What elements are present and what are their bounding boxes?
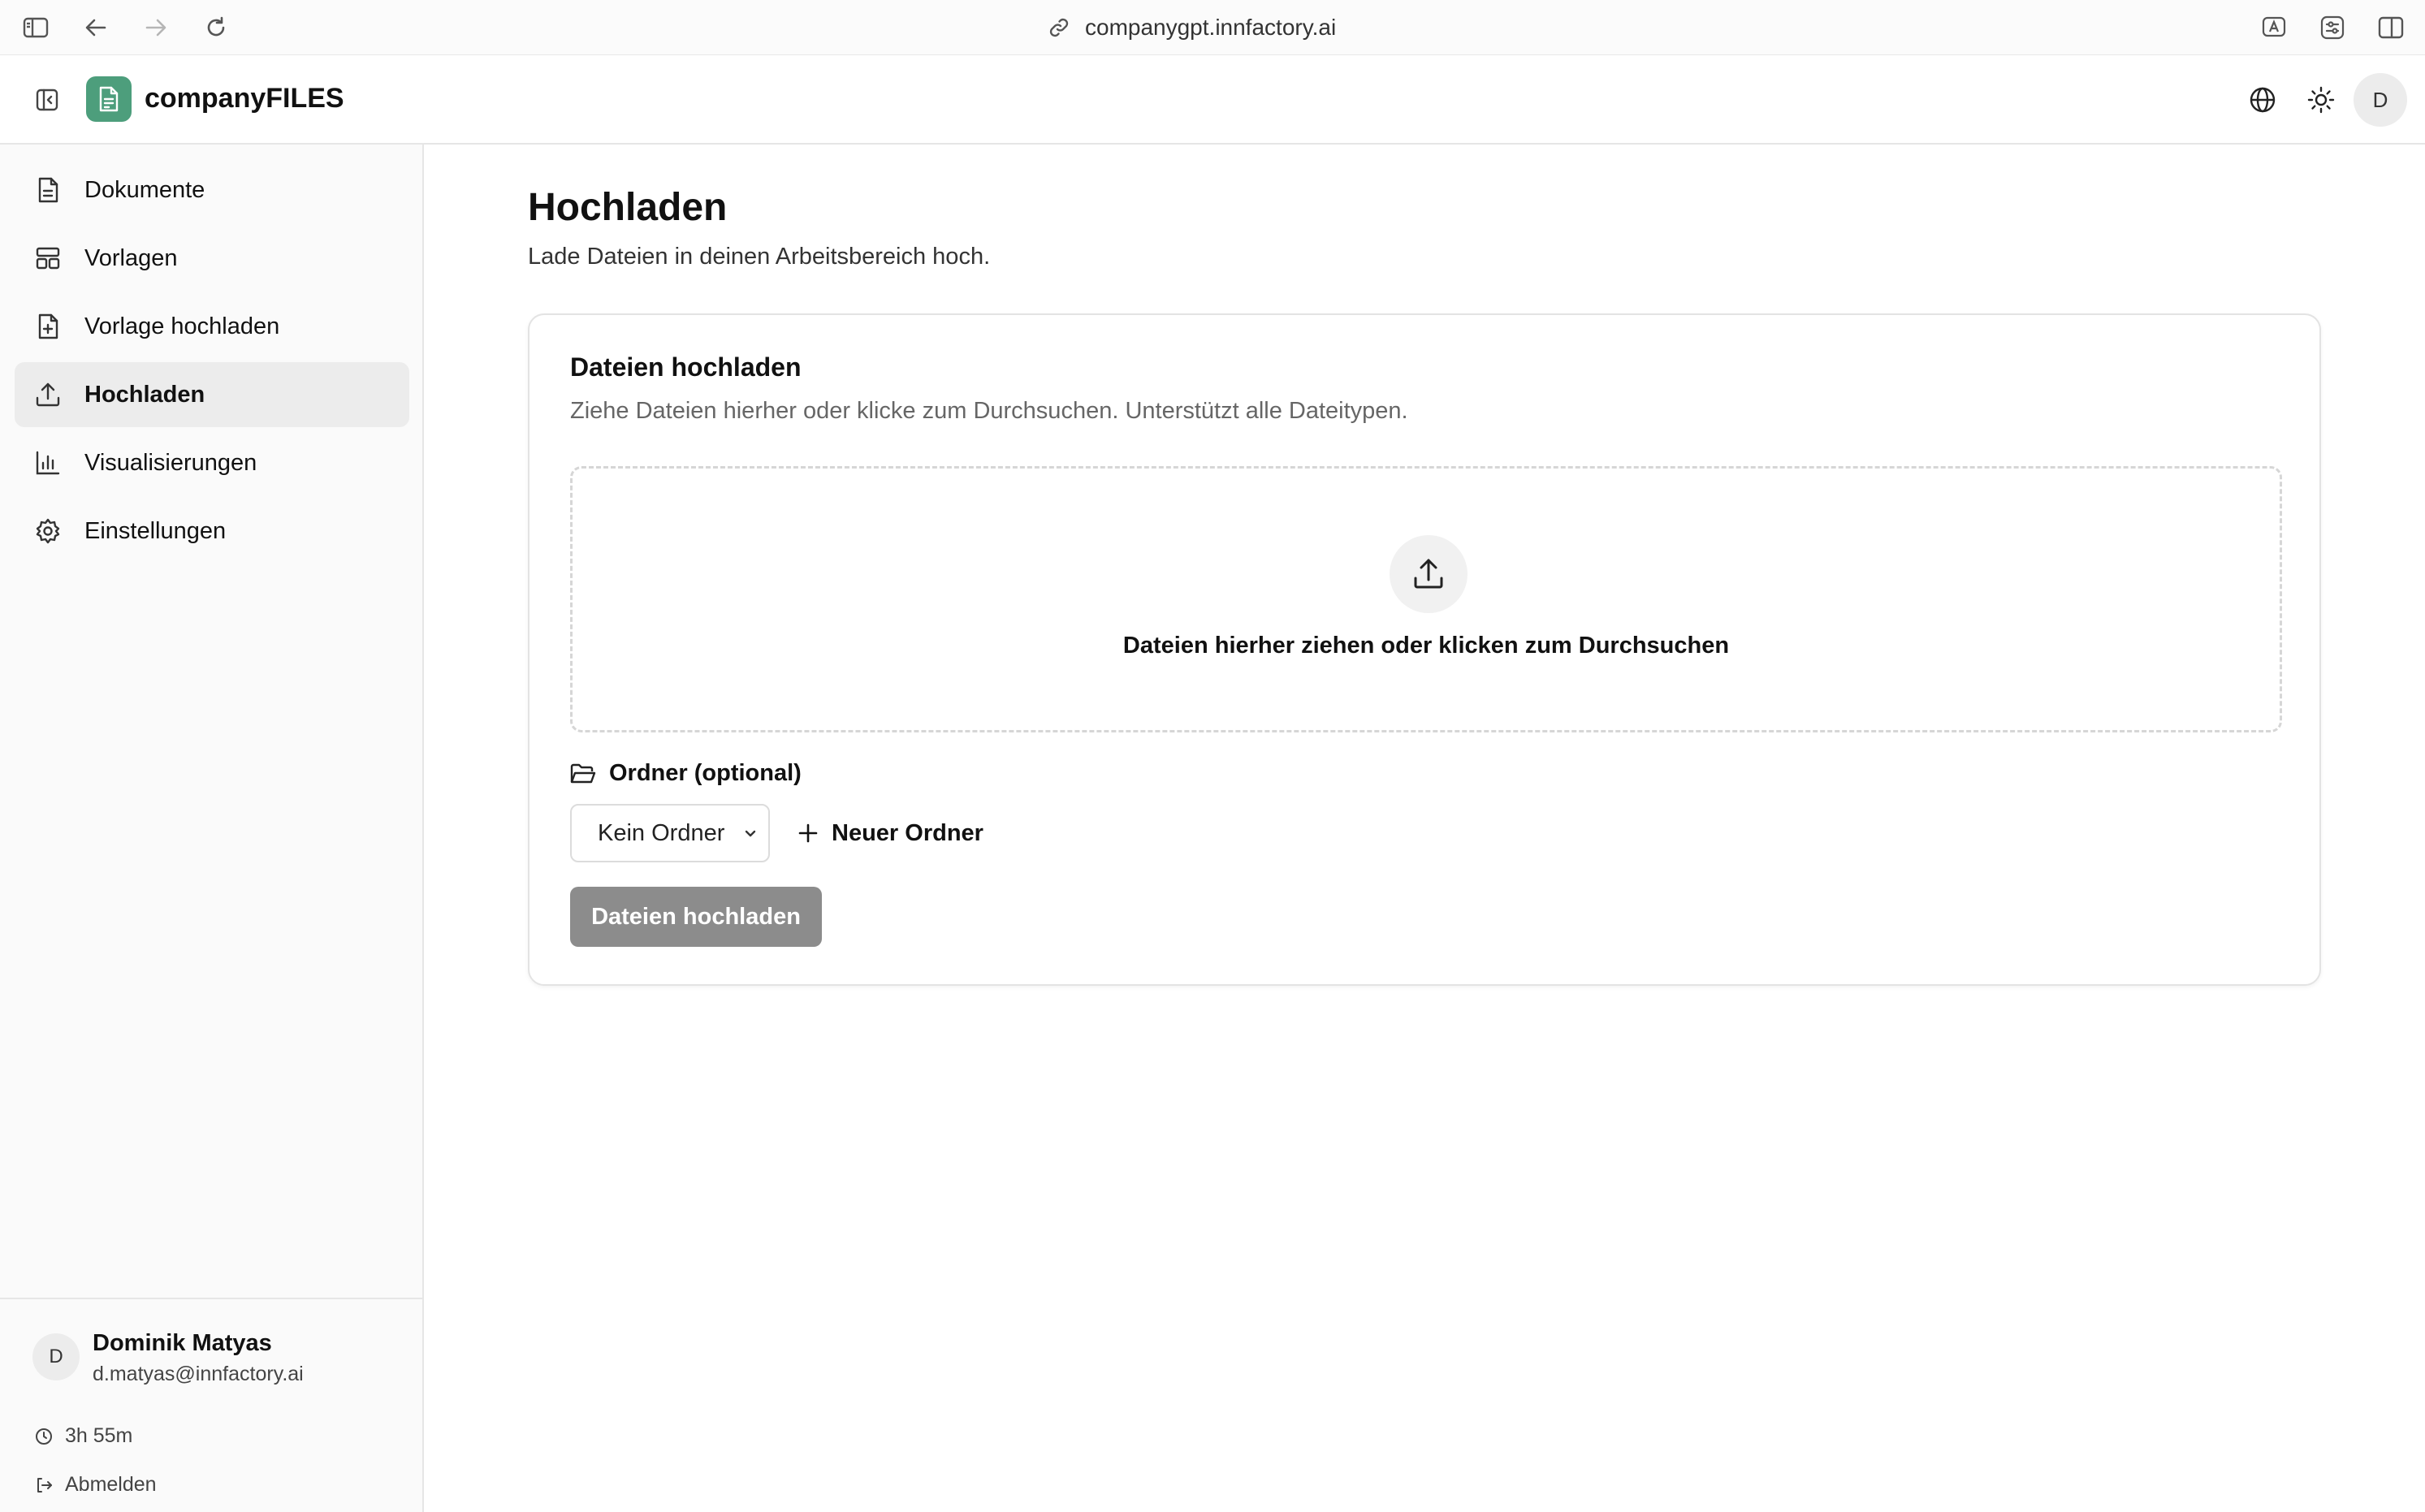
sidebar-item-visualisierungen[interactable]: Visualisierungen xyxy=(15,430,409,495)
file-plus-icon xyxy=(34,313,62,340)
document-icon xyxy=(34,176,62,204)
split-view-icon[interactable] xyxy=(2375,11,2407,44)
forward-arrow-icon[interactable] xyxy=(140,11,172,44)
page-subtitle: Lade Dateien in deinen Arbeitsbereich ho… xyxy=(528,244,991,270)
link-icon xyxy=(1048,16,1070,39)
app-title: companyFILES xyxy=(145,83,344,114)
user-name: Dominik Matyas xyxy=(93,1330,272,1356)
sidebar-item-label: Hochladen xyxy=(84,381,205,408)
template-icon xyxy=(34,244,62,272)
upload-button-label: Dateien hochladen xyxy=(591,903,801,930)
chevron-down-icon xyxy=(741,823,760,843)
folder-label-text: Ordner (optional) xyxy=(609,760,802,786)
bar-chart-icon xyxy=(34,449,62,477)
app-header: companyFILES D xyxy=(0,55,2425,145)
session-time: 3h 55m xyxy=(65,1424,133,1447)
upload-files-button[interactable]: Dateien hochladen xyxy=(570,887,822,947)
sidebar-footer: D Dominik Matyas d.matyas@innfactory.ai … xyxy=(0,1298,422,1512)
folder-open-icon xyxy=(570,762,596,785)
globe-icon[interactable] xyxy=(2245,82,2280,118)
sidebar-item-einstellungen[interactable]: Einstellungen xyxy=(15,499,409,564)
collapse-sidebar-icon[interactable] xyxy=(31,84,63,116)
sidebar-item-label: Visualisierungen xyxy=(84,449,257,476)
folder-label: Ordner (optional) xyxy=(570,760,802,787)
extensions-icon[interactable] xyxy=(2316,11,2349,44)
user-email: d.matyas@innfactory.ai xyxy=(93,1363,304,1385)
url-text: companygpt.innfactory.ai xyxy=(1085,15,1337,40)
folder-select[interactable]: Kein Ordner xyxy=(570,804,770,862)
avatar-initial: D xyxy=(2372,87,2388,112)
page-title: Hochladen xyxy=(528,186,728,229)
clock-icon xyxy=(34,1427,54,1446)
dropzone-text: Dateien hierher ziehen oder klicken zum … xyxy=(1122,633,1730,659)
card-title: Dateien hochladen xyxy=(570,352,802,382)
avatar-initial: D xyxy=(49,1346,63,1367)
logout-button[interactable]: Abmelden xyxy=(34,1473,157,1497)
plus-icon xyxy=(798,823,819,844)
sidebar-toggle-icon[interactable] xyxy=(19,11,52,44)
sidebar-item-dokumente[interactable]: Dokumente xyxy=(15,158,409,222)
translate-icon[interactable] xyxy=(2258,11,2290,44)
sidebar-item-label: Vorlagen xyxy=(84,244,178,271)
session-timer: 3h 55m xyxy=(34,1424,132,1448)
folder-select-value: Kein Ordner xyxy=(598,819,725,846)
file-dropzone[interactable]: Dateien hierher ziehen oder klicken zum … xyxy=(570,466,2282,732)
logout-icon xyxy=(34,1475,54,1495)
app-logo-icon xyxy=(86,76,132,122)
sidebar-item-hochladen[interactable]: Hochladen xyxy=(15,362,409,427)
card-description: Ziehe Dateien hierher oder klicke zum Du… xyxy=(570,398,1408,424)
logout-label: Abmelden xyxy=(65,1473,157,1496)
browser-toolbar: companygpt.innfactory.ai xyxy=(0,0,2425,55)
gear-icon xyxy=(34,517,62,545)
sidebar-item-label: Vorlage hochladen xyxy=(84,313,280,339)
sidebar-item-label: Einstellungen xyxy=(84,517,227,544)
user-avatar-button[interactable]: D xyxy=(2354,73,2407,127)
sun-icon[interactable] xyxy=(2303,82,2339,118)
upload-icon xyxy=(1390,535,1468,613)
reload-icon[interactable] xyxy=(200,11,232,44)
avatar: D xyxy=(32,1333,80,1380)
sidebar: Dokumente Vorlagen Vorlage hochladen Hoc… xyxy=(0,145,424,1512)
back-arrow-icon[interactable] xyxy=(80,11,112,44)
sidebar-item-vorlagen[interactable]: Vorlagen xyxy=(15,226,409,291)
upload-card: Dateien hochladen Ziehe Dateien hierher … xyxy=(528,313,2321,986)
upload-icon xyxy=(34,381,62,408)
address-bar[interactable]: companygpt.innfactory.ai xyxy=(1048,11,1336,44)
sidebar-item-vorlage-hochladen[interactable]: Vorlage hochladen xyxy=(15,294,409,359)
new-folder-label: Neuer Ordner xyxy=(832,819,983,846)
sidebar-item-label: Dokumente xyxy=(84,176,205,203)
new-folder-button[interactable]: Neuer Ordner xyxy=(798,804,983,862)
